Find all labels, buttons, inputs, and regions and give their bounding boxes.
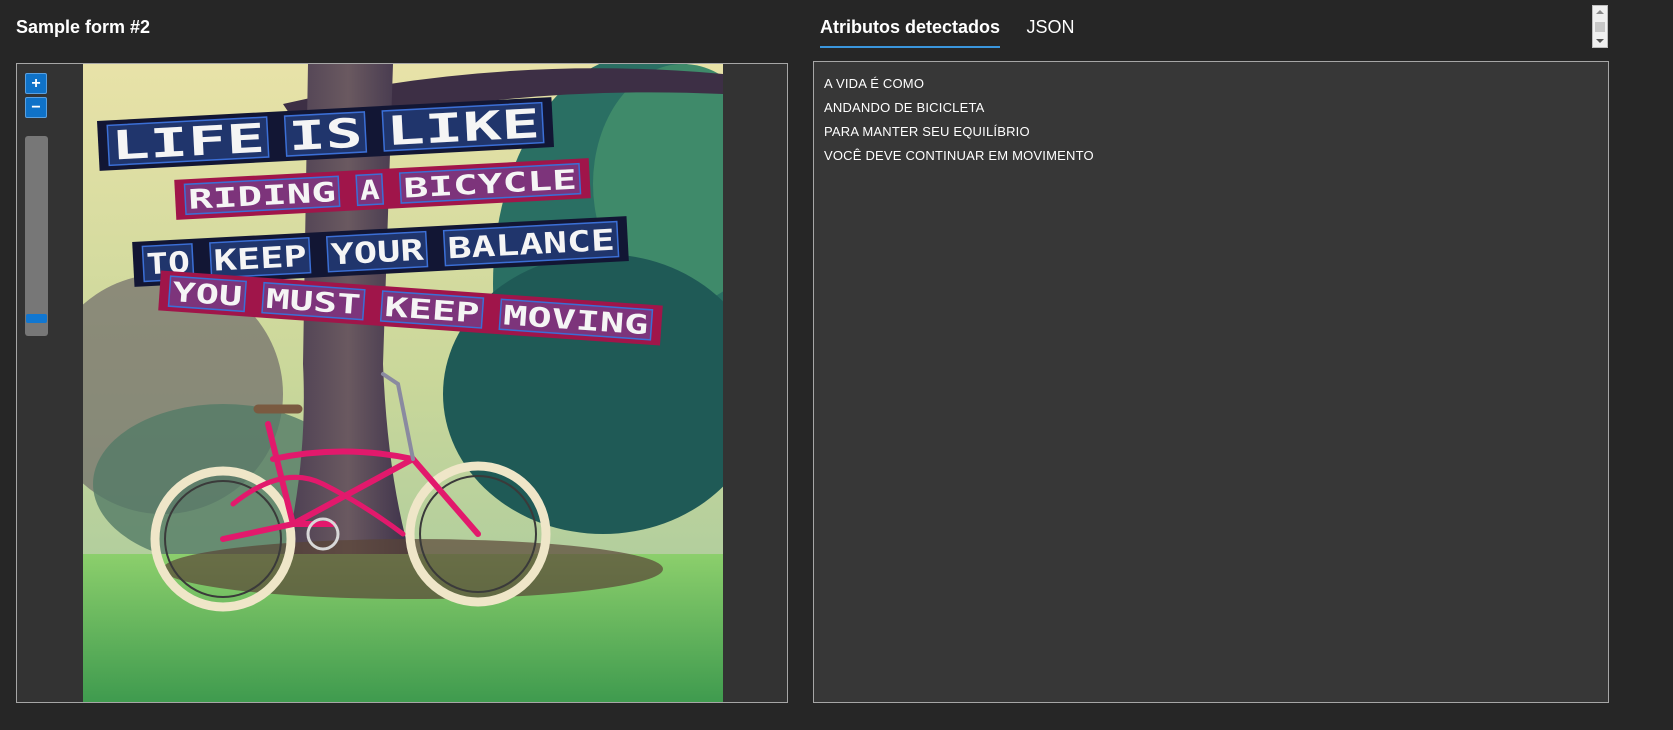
scroll-down-icon[interactable] [1596, 39, 1604, 43]
scrollbar[interactable] [1592, 5, 1608, 48]
zoom-slider[interactable] [25, 136, 48, 336]
sign-word: A [359, 175, 380, 207]
detected-text-line: VOCÊ DEVE CONTINUAR EM MOVIMENTO [824, 148, 1094, 163]
detected-text-line: PARA MANTER SEU EQUILÍBRIO [824, 124, 1030, 139]
detected-text-line: ANDANDO DE BICICLETA [824, 100, 985, 115]
zoom-out-button[interactable]: − [25, 97, 47, 118]
tab-bar: Atributos detectados JSON [820, 17, 1097, 49]
detected-text-panel: A VIDA É COMO ANDANDO DE BICICLETA PARA … [813, 61, 1609, 703]
scroll-thumb[interactable] [1595, 22, 1605, 32]
sign-word: MUST [265, 284, 362, 322]
form-image: LIFE IS LIKERIDING A BICYCLETO KEEP YOUR BALANC… [83, 64, 723, 702]
zoom-slider-thumb[interactable] [26, 314, 47, 324]
tab-detected-attributes[interactable]: Atributos detectados [820, 17, 1001, 48]
sign-word: LIFE [110, 116, 266, 170]
sign-word: LIKE [385, 101, 541, 155]
sign-word: KEEP [384, 292, 481, 330]
sign-word: IS [288, 110, 364, 160]
page-title: Sample form #2 [16, 17, 151, 37]
tab-json[interactable]: JSON [1026, 17, 1074, 46]
image-viewer[interactable]: + − LIFE IS LIKE RIDING A BICYCLE TO KEE… [16, 63, 788, 703]
sign-word: YOUR [330, 233, 425, 272]
sign-word: YOU [171, 277, 243, 313]
detected-text-line: A VIDA É COMO [824, 76, 925, 91]
scroll-up-icon[interactable] [1596, 10, 1604, 14]
sign-word: KEEP [213, 239, 308, 278]
zoom-in-button[interactable]: + [25, 73, 47, 94]
